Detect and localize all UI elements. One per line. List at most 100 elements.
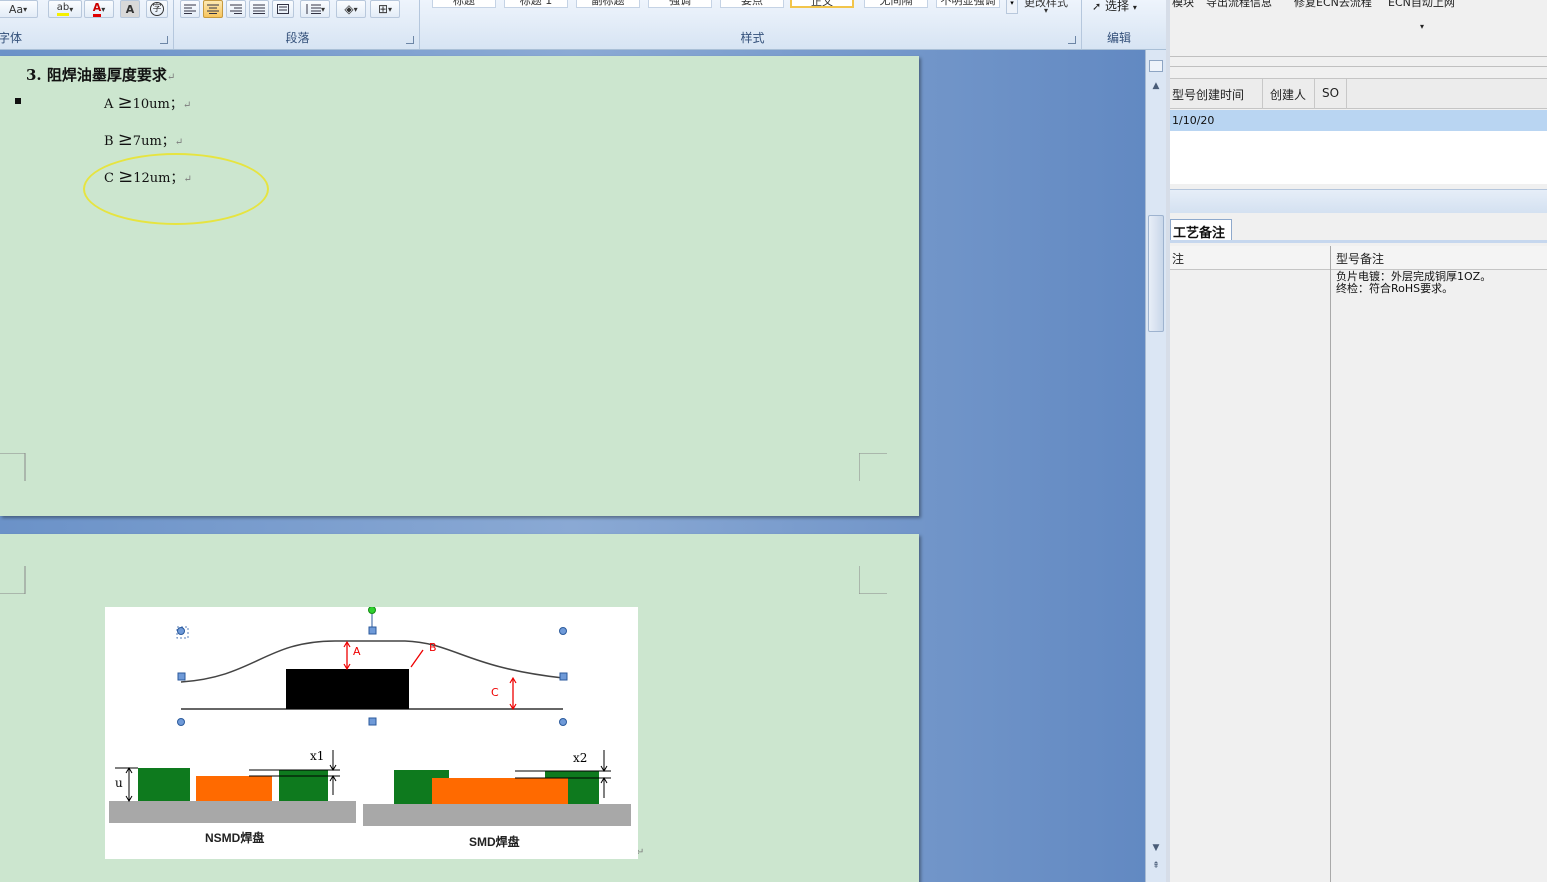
- borders-icon: ⊞: [377, 2, 389, 16]
- change-case-button[interactable]: Aa ▾: [0, 0, 38, 18]
- chevron-down-icon[interactable]: ▾: [1420, 22, 1424, 31]
- style-heading-1[interactable]: 标题 1: [504, 0, 568, 8]
- chevron-down-icon: ▾: [1044, 6, 1049, 15]
- enclose-icon: 字: [150, 2, 164, 16]
- paragraph-group: ▾ ◈ ▾ ⊞ ▾ 段落: [176, 0, 420, 49]
- style-emphasis[interactable]: 强调: [648, 0, 712, 8]
- highlight-icon: ab: [56, 2, 70, 16]
- justify-button[interactable]: [249, 0, 269, 18]
- font-dialog-launcher[interactable]: [160, 36, 168, 44]
- style-gallery-scroll[interactable]: ▾: [1006, 0, 1018, 14]
- table-body: [1170, 131, 1547, 184]
- styles-group-label: 样式: [740, 31, 765, 45]
- shading-button[interactable]: ◈ ▾: [336, 0, 366, 18]
- justify-icon: [253, 4, 265, 14]
- style-subtle-emphasis[interactable]: 不明显强调: [936, 0, 1000, 8]
- style-subtitle[interactable]: 副标题: [576, 0, 640, 8]
- table-row[interactable]: 1/10/20: [1170, 110, 1547, 131]
- solder-mask-diagram: [109, 606, 631, 826]
- cursor-arrow-icon: ➚: [1092, 0, 1102, 13]
- section-heading: 3. 阻焊油墨厚度要求↵: [26, 66, 176, 84]
- font-group-label: 字体: [0, 31, 23, 45]
- remark-line: 终检：符合RoHS要求。: [1336, 282, 1454, 295]
- tab-process-remarks[interactable]: 工艺备注: [1170, 219, 1232, 241]
- paint-bucket-icon: ◈: [344, 2, 354, 16]
- label-c: C: [491, 686, 499, 699]
- label-b: B: [429, 641, 437, 654]
- font-color-button[interactable]: A ▾: [84, 0, 114, 18]
- column-divider[interactable]: [1330, 246, 1331, 882]
- table-header-row: 型号创建时间 创建人 SO: [1170, 78, 1547, 109]
- page-corner-mark: [0, 453, 26, 481]
- align-right-button[interactable]: [226, 0, 246, 18]
- scroll-up-icon[interactable]: ▲: [1149, 80, 1163, 92]
- menu-module[interactable]: 模块: [1172, 0, 1194, 10]
- rotate-handle[interactable]: [368, 606, 376, 614]
- menu-export-flow[interactable]: 导出流程信息: [1206, 0, 1272, 10]
- font-color-icon: A: [92, 1, 102, 17]
- line-spacing-button[interactable]: ▾: [300, 0, 330, 18]
- align-right-icon: [230, 4, 242, 14]
- model-remark-text: 负片电镀：外层完成铜厚1OZ。 终检：符合RoHS要求。: [1336, 271, 1491, 295]
- col-model-remark[interactable]: 型号备注: [1336, 250, 1384, 267]
- highlight-color-button[interactable]: ab ▾: [48, 0, 82, 18]
- ruler-toggle-icon[interactable]: [1149, 60, 1163, 72]
- distributed-icon: [277, 4, 289, 14]
- answer-highlight-ellipse: [83, 153, 269, 225]
- page-corner-mark: [859, 453, 887, 481]
- label-x1: x1: [310, 749, 325, 763]
- scroll-thumb[interactable]: [1148, 215, 1164, 332]
- page-corner-mark: [0, 566, 26, 594]
- style-normal[interactable]: 正文: [790, 0, 854, 8]
- previous-page-icon[interactable]: ⇞: [1149, 860, 1163, 872]
- label-x2: x2: [573, 751, 588, 765]
- align-center-button[interactable]: [203, 0, 223, 18]
- divider: [1170, 56, 1547, 57]
- styles-dialog-launcher[interactable]: [1068, 36, 1076, 44]
- panel-menu-bar: 模块 导出流程信息 修复ECN去流程 ECN自动上网: [1170, 0, 1547, 14]
- align-left-icon: [184, 4, 196, 14]
- tab-strip-band: [1170, 189, 1547, 213]
- vertical-scrollbar[interactable]: ▲ ▼ ⇞: [1145, 50, 1166, 882]
- document-page-1: 3. 阻焊油墨厚度要求↵ A ≥10um；↵ B ≥7um；↵ C ≥12um；…: [0, 56, 919, 516]
- paragraph-dialog-launcher[interactable]: [406, 36, 414, 44]
- styles-group: 标题 标题 1 副标题 强调 要点 正文 无间隔 不明显强调 ▾ 更改样式 ▾ …: [424, 0, 1082, 49]
- tab-underline: [1170, 240, 1547, 243]
- col-remark-left[interactable]: 注: [1172, 250, 1184, 267]
- align-center-icon: [207, 4, 219, 14]
- solder-mask-figure[interactable]: A B C x1 x2 u NSMD焊盘 SMD焊盘: [105, 606, 638, 859]
- select-button[interactable]: ➚ 选择 ▾: [1092, 0, 1137, 14]
- document-page-2: ↵ ;↵ ↵: [0, 534, 919, 882]
- option-b: B ≥7um；↵: [104, 129, 184, 150]
- font-group: Aa ▾ ab ▾ A ▾ A 字 字体: [0, 0, 174, 49]
- borders-button[interactable]: ⊞ ▾: [370, 0, 400, 18]
- caption-smd: SMD焊盘: [469, 835, 520, 849]
- char-shading-button[interactable]: A: [120, 0, 140, 18]
- col-creator[interactable]: 创建人: [1270, 86, 1306, 103]
- remarks-header-row: 注 型号备注: [1170, 246, 1547, 270]
- bullet-marker: [15, 98, 21, 104]
- option-a: A ≥10um；↵: [104, 92, 192, 113]
- align-left-button[interactable]: [180, 0, 200, 18]
- distributed-button[interactable]: [272, 0, 294, 18]
- style-no-spacing[interactable]: 无间隔: [864, 0, 928, 8]
- scroll-down-icon[interactable]: ▼: [1149, 842, 1163, 854]
- label-u: u: [115, 776, 123, 790]
- line-spacing-icon: [306, 4, 321, 14]
- label-a: A: [353, 645, 361, 658]
- menu-fix-ecn[interactable]: 修复ECN去流程: [1294, 0, 1372, 10]
- right-app-panel: 模块 导出流程信息 修复ECN去流程 ECN自动上网 ▾ 型号创建时间 创建人 …: [1166, 0, 1547, 882]
- editing-group-label: 编辑: [1106, 31, 1131, 45]
- page-corner-mark: [859, 566, 887, 594]
- menu-ecn-auto-online[interactable]: ECN自动上网: [1388, 0, 1455, 10]
- enclose-char-button[interactable]: 字: [146, 0, 168, 18]
- document-workspace: 3. 阻焊油墨厚度要求↵ A ≥10um；↵ B ≥7um；↵ C ≥12um；…: [0, 50, 1145, 882]
- style-title[interactable]: 标题: [432, 0, 496, 8]
- col-created-time[interactable]: 型号创建时间: [1172, 86, 1244, 103]
- copper-trace: [286, 669, 409, 709]
- style-strong[interactable]: 要点: [720, 0, 784, 8]
- divider: [1170, 66, 1547, 67]
- caption-nsmd: NSMD焊盘: [205, 831, 265, 845]
- col-so[interactable]: SO: [1322, 86, 1339, 100]
- paragraph-group-label: 段落: [285, 31, 310, 45]
